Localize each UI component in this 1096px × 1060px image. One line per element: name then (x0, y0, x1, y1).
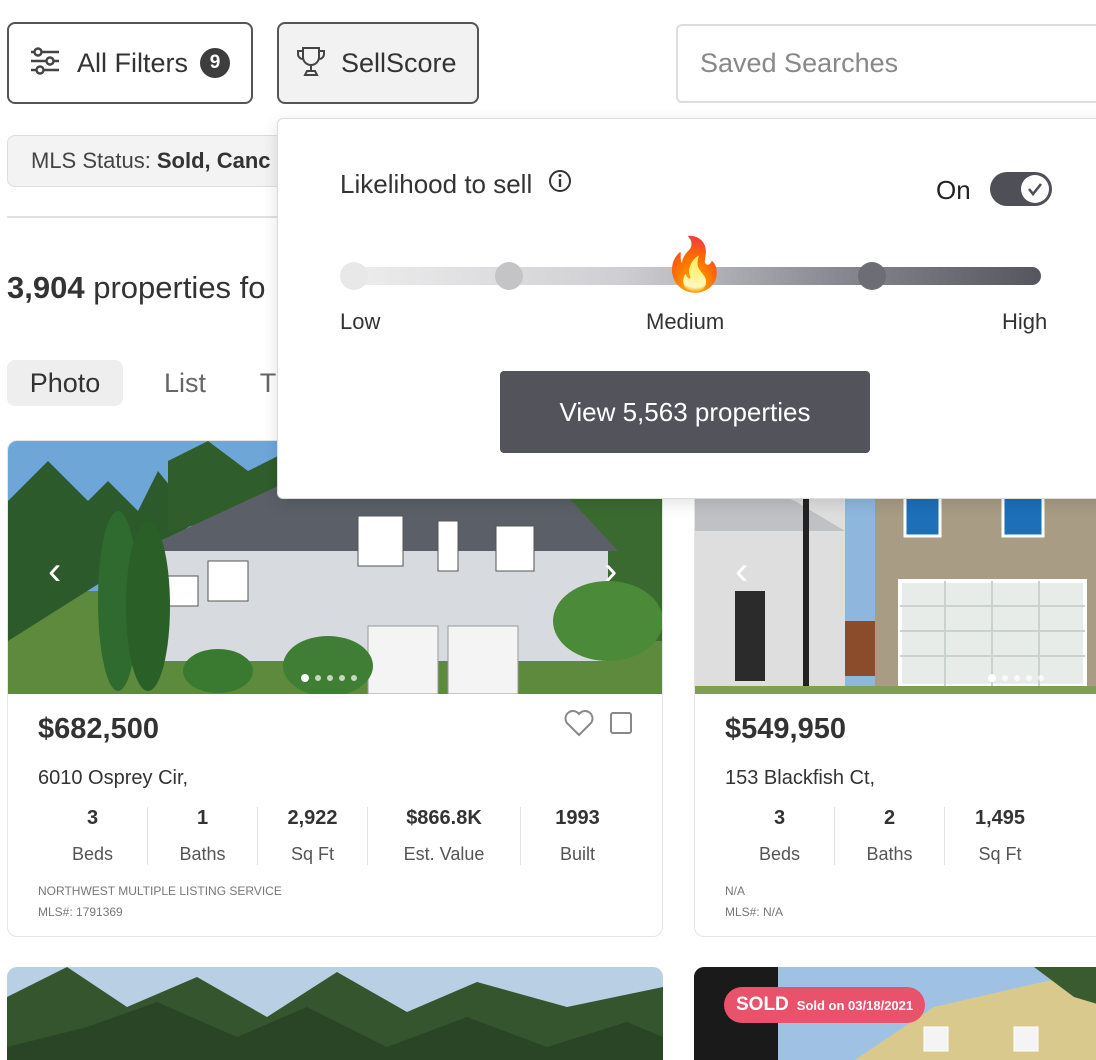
next-photo-arrow[interactable]: › (604, 551, 634, 591)
info-icon[interactable] (548, 169, 572, 200)
listing-card-partial[interactable] (7, 967, 663, 1060)
stat-beds: 3 Beds (725, 807, 835, 865)
toggle-label: On (936, 175, 971, 205)
flame-icon[interactable]: 🔥 (662, 235, 727, 295)
listing-card[interactable]: ‹ › $682,500 6010 Osprey Cir, 3 Beds 1 Bat… (7, 440, 663, 937)
stat-baths: 1 Baths (148, 807, 258, 865)
divider (7, 216, 307, 218)
slider-stop-low-medium[interactable] (495, 262, 523, 290)
mls-status-key: MLS Status: (31, 148, 151, 173)
compare-checkbox[interactable] (610, 712, 632, 734)
listing-source: NORTHWEST MULTIPLE LISTING SERVICE MLS#:… (38, 881, 282, 923)
listing-address[interactable]: 153 Blackfish Ct, (725, 767, 875, 790)
stat-sqft: 1,495 Sq Ft (974, 807, 1026, 864)
listing-stats: 3 Beds 1 Baths 2,922 Sq Ft $866.8K Est. Valu… (38, 807, 634, 865)
sellscore-toggle[interactable] (990, 172, 1052, 206)
sold-date: Sold on 03/18/2021 (796, 997, 914, 1013)
listing-photo (7, 967, 663, 1060)
results-count: 3,904 properties fo (7, 270, 266, 306)
all-filters-button[interactable]: All Filters 9 (7, 22, 253, 104)
slider-stop-medium-high[interactable] (858, 262, 886, 290)
listing-mls-number: MLS#: N/A (725, 905, 784, 919)
sold-label: SOLD (736, 994, 789, 1015)
prev-photo-arrow[interactable]: ‹ (48, 551, 78, 591)
sold-badge: SOLD Sold on 03/18/2021 (724, 987, 926, 1023)
sellscore-popover: Likelihood to sell On 🔥 Low Medium High … (277, 118, 1096, 499)
stat-baths: 2 Baths (835, 807, 945, 865)
slider-label-high: High (1002, 309, 1048, 334)
listing-stats: 3 Beds 2 Baths 1,495 Sq Ft (725, 807, 1055, 865)
all-filters-label: All Filters (77, 47, 189, 78)
tab-list[interactable]: List (150, 360, 220, 406)
sliders-icon (29, 46, 61, 80)
listing-card[interactable]: ‹ $549,950 153 Blackfish Ct, 3 Beds 2 Bath… (694, 440, 1096, 937)
slider-label-low: Low (340, 309, 381, 334)
filter-count-badge: 9 (200, 48, 231, 78)
sellscore-button[interactable]: SellScore (277, 22, 479, 104)
popover-title: Likelihood to sell (340, 169, 572, 200)
listing-source-name: NORTHWEST MULTIPLE LISTING SERVICE (38, 884, 282, 898)
listing-source: N/A MLS#: N/A (725, 881, 783, 923)
listing-price: $682,500 (38, 713, 159, 745)
listing-price: $549,950 (725, 713, 846, 745)
stat-est-value: $866.8K Est. Value (368, 807, 521, 865)
sellscore-label: SellScore (341, 47, 457, 78)
listing-source-name: N/A (725, 884, 746, 898)
slider-label-medium: Medium (646, 309, 725, 334)
heart-icon[interactable] (564, 709, 594, 742)
tab-photo[interactable]: Photo (7, 360, 123, 406)
check-icon (1021, 175, 1049, 203)
listing-card-partial[interactable]: SOLD Sold on 03/18/2021 (694, 967, 1096, 1060)
listing-mls-number: MLS#: 1791369 (38, 905, 123, 919)
stat-beds: 3 Beds (38, 807, 148, 865)
photo-dots (988, 674, 1044, 682)
tab-third[interactable]: T (258, 360, 278, 406)
slider-stop-low[interactable] (340, 262, 368, 290)
prev-photo-arrow[interactable]: ‹ (735, 551, 765, 591)
mls-status-filter-chip[interactable]: MLS Status: Sold, Canc (7, 135, 307, 187)
results-count-number: 3,904 (7, 270, 85, 305)
stat-sqft: 2,922 Sq Ft (258, 807, 368, 865)
photo-dots (301, 674, 357, 682)
listing-address[interactable]: 6010 Osprey Cir, (38, 767, 188, 790)
mls-status-value: Sold, Canc (156, 148, 271, 173)
stat-built: 1993 Built (555, 807, 600, 864)
trophy-icon (293, 43, 329, 84)
likelihood-title: Likelihood to sell (340, 169, 533, 199)
results-count-suffix: properties fo (93, 270, 266, 305)
view-properties-button[interactable]: View 5,563 properties (500, 371, 870, 453)
saved-searches-select[interactable]: Saved Searches (676, 24, 1096, 103)
